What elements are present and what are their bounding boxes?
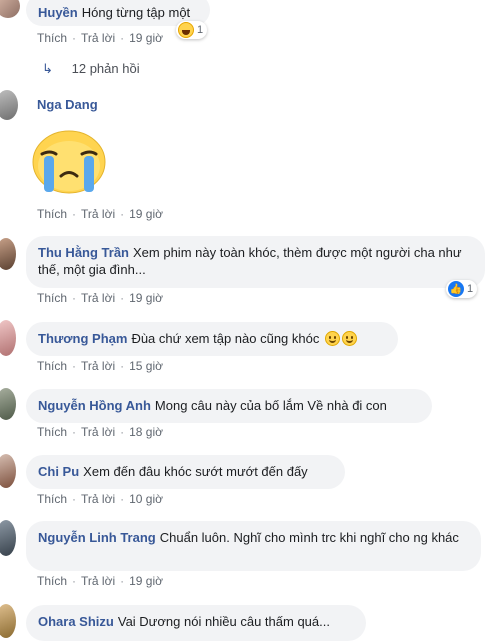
avatar[interactable]	[0, 238, 16, 270]
view-replies-link[interactable]: ↳ 12 phản hồi	[42, 61, 140, 77]
comment-time[interactable]: 19 giờ	[129, 207, 163, 221]
like-reaction-icon: 👍	[448, 281, 464, 297]
avatar[interactable]	[0, 454, 16, 488]
separator: ·	[120, 207, 125, 221]
comment-bubble: Nguyễn Hồng Anh Mong câu này của bố lắm V…	[26, 389, 432, 423]
comment-time[interactable]: 15 giờ	[129, 359, 163, 373]
reply-arrow-icon: ↳	[42, 61, 53, 76]
separator: ·	[72, 425, 77, 439]
separator: ·	[72, 574, 77, 588]
comment-author[interactable]: Huyền	[38, 5, 78, 20]
reply-link[interactable]: Trả lời	[81, 359, 115, 373]
avatar[interactable]	[0, 388, 16, 420]
comment-bubble: Thu Hằng Trần Xem phim này toàn khóc, thè…	[26, 236, 485, 288]
comment-actions: Thích · Trả lời · 19 giờ	[37, 207, 163, 221]
comment-time[interactable]: 18 giờ	[129, 425, 163, 439]
comment-actions: Thích · Trả lời · 19 giờ	[37, 291, 163, 305]
separator: ·	[120, 492, 125, 506]
replies-count-text: 12 phản hồi	[71, 61, 140, 76]
comment-actions: Thích · Trả lời · 19 giờ	[37, 31, 163, 45]
avatar[interactable]	[0, 90, 18, 120]
comment-actions: Thích · Trả lời · 19 giờ	[37, 574, 163, 588]
separator: ·	[120, 291, 125, 305]
separator: ·	[72, 359, 77, 373]
avatar[interactable]	[0, 0, 20, 18]
comment-actions: Thích · Trả lời · 15 giờ	[37, 359, 163, 373]
comment-text: Vai Dương nói nhiều câu thấm quá...	[117, 614, 330, 629]
like-link[interactable]: Thích	[37, 492, 67, 506]
reply-link[interactable]: Trả lời	[81, 492, 115, 506]
reaction-count[interactable]: 1	[176, 21, 208, 39]
comment-author[interactable]: Chi Pu	[38, 464, 79, 479]
reaction-count[interactable]: 👍 1	[446, 280, 478, 298]
separator: ·	[72, 31, 77, 45]
like-link[interactable]: Thích	[37, 574, 67, 588]
separator: ·	[120, 359, 125, 373]
grin-emoji-icon	[325, 331, 340, 346]
avatar[interactable]	[0, 320, 16, 356]
separator: ·	[120, 425, 125, 439]
reaction-count-number: 1	[197, 24, 204, 36]
comment-author[interactable]: Ohara Shizu	[38, 614, 114, 629]
comment-time[interactable]: 19 giờ	[129, 574, 163, 588]
comment-bubble: Nguyễn Linh Trang Chuẩn luôn. Nghĩ cho mì…	[26, 521, 481, 571]
comment-actions: Thích · Trả lời · 10 giờ	[37, 492, 163, 506]
crying-sticker[interactable]	[30, 124, 108, 194]
comment-text: Xem đến đâu khóc sướt mướt đến đấy	[83, 464, 308, 479]
reply-link[interactable]: Trả lời	[81, 31, 115, 45]
like-link[interactable]: Thích	[37, 359, 67, 373]
reply-link[interactable]: Trả lời	[81, 207, 115, 221]
separator: ·	[120, 31, 125, 45]
comment-bubble: Chi Pu Xem đến đâu khóc sướt mướt đến đấy	[26, 455, 345, 489]
like-link[interactable]: Thích	[37, 425, 67, 439]
reply-link[interactable]: Trả lời	[81, 425, 115, 439]
avatar[interactable]	[0, 520, 16, 556]
separator: ·	[72, 492, 77, 506]
comment-time[interactable]: 10 giờ	[129, 492, 163, 506]
reply-link[interactable]: Trả lời	[81, 291, 115, 305]
comment-actions: Thích · Trả lời · 18 giờ	[37, 425, 163, 439]
comment-author[interactable]: Nguyễn Hồng Anh	[38, 398, 151, 413]
comment-author[interactable]: Thu Hằng Trần	[38, 245, 129, 260]
comment-bubble: Thương Phạm Đùa chứ xem tập nào cũng khóc	[26, 322, 398, 356]
comment-author[interactable]: Nga Dang	[37, 97, 98, 112]
comment-text: Chuẩn luôn. Nghĩ cho mình trc khi nghĩ c…	[159, 530, 459, 545]
comment-text: Hóng từng tập một	[81, 5, 191, 20]
like-link[interactable]: Thích	[37, 291, 67, 305]
reaction-count-number: 1	[467, 283, 474, 295]
separator: ·	[120, 574, 125, 588]
avatar[interactable]	[0, 604, 16, 638]
like-link[interactable]: Thích	[37, 207, 67, 221]
separator: ·	[72, 207, 77, 221]
grin-emoji-icon	[342, 331, 357, 346]
comment-author[interactable]: Nguyễn Linh Trang	[38, 530, 156, 545]
separator: ·	[72, 291, 77, 305]
reply-link[interactable]: Trả lời	[81, 574, 115, 588]
comment-time[interactable]: 19 giờ	[129, 291, 163, 305]
comment-time[interactable]: 19 giờ	[129, 31, 163, 45]
like-link[interactable]: Thích	[37, 31, 67, 45]
comment-text: Mong câu này của bố lắm Về nhà đi con	[154, 398, 387, 413]
comment-text: Đùa chứ xem tập nào cũng khóc	[131, 331, 320, 346]
haha-reaction-icon	[178, 22, 194, 38]
comment-author[interactable]: Thương Phạm	[38, 331, 127, 346]
comment-bubble: Ohara Shizu Vai Dương nói nhiều câu thấm …	[26, 605, 366, 641]
